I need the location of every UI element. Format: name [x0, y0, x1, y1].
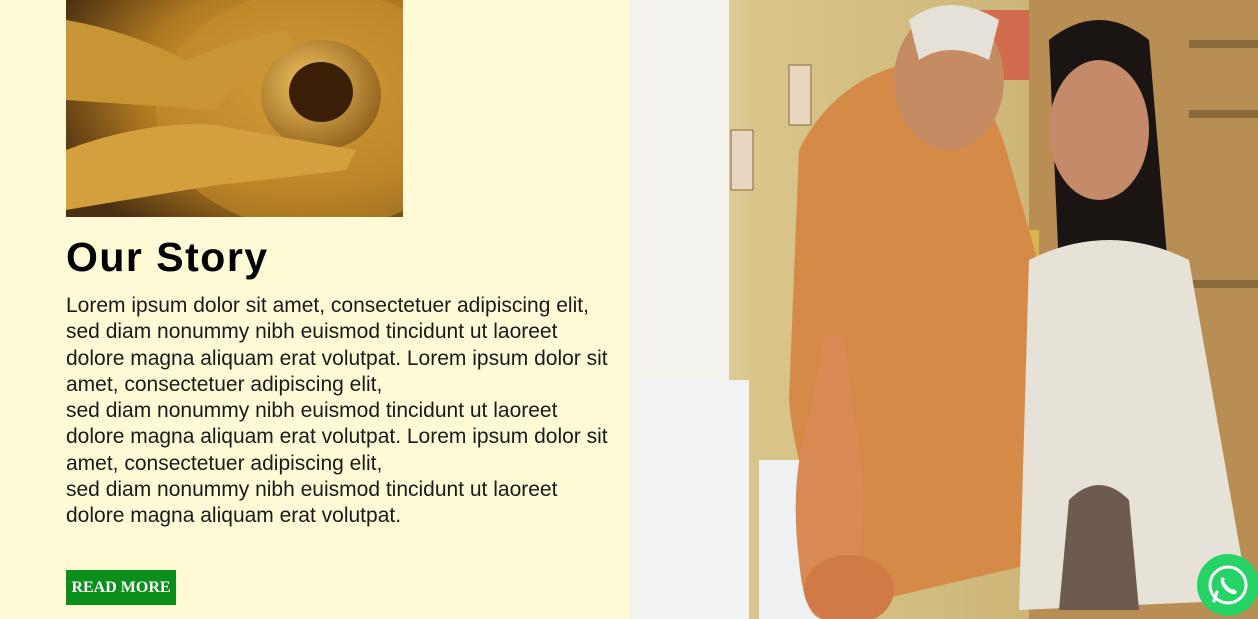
pottery-class-illustration: [629, 0, 1258, 619]
whatsapp-icon: [1208, 565, 1248, 605]
story-paragraph-line: Lorem ipsum dolor sit amet, consectetuer…: [66, 294, 589, 317]
story-paragraph-line: sed diam nonummy nibh euismod tincidunt …: [66, 478, 558, 528]
story-section: Our Story Lorem ipsum dolor sit amet, co…: [0, 0, 629, 619]
story-paragraph-line: sed diam nonummy nibh euismod tincidunt …: [66, 399, 608, 475]
story-paragraph: Lorem ipsum dolor sit amet, consectetuer…: [66, 293, 621, 530]
pottery-hands-image: [66, 0, 403, 217]
read-more-button[interactable]: READ MORE: [66, 570, 176, 605]
story-title: Our Story: [66, 234, 269, 280]
whatsapp-button[interactable]: [1197, 554, 1258, 616]
pottery-class-image: [629, 0, 1258, 619]
story-paragraph-line: sed diam nonummy nibh euismod tincidunt …: [66, 320, 608, 396]
pottery-hands-illustration: [66, 0, 403, 217]
